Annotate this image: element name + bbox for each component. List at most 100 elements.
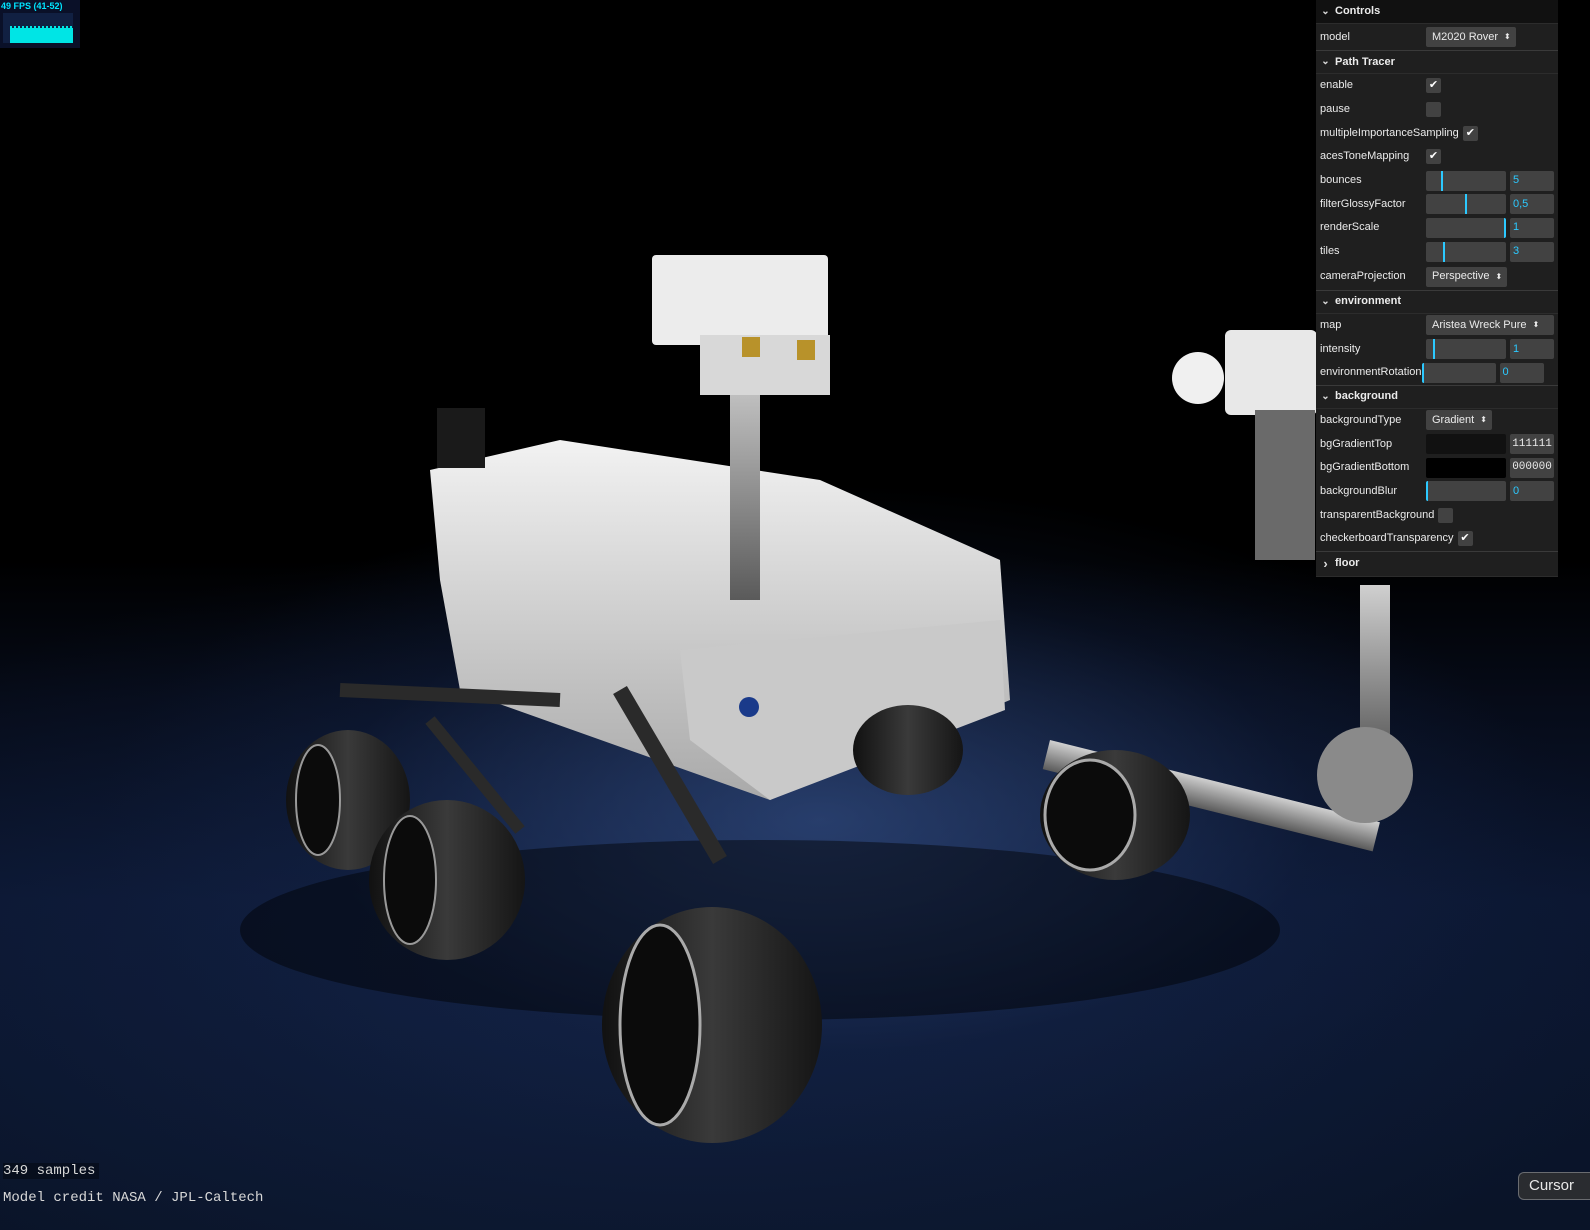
bg-gradient-bottom-row: bgGradientBottom 000000 bbox=[1316, 456, 1558, 480]
model-select-value: M2020 Rover bbox=[1432, 30, 1499, 43]
slider-thumb[interactable] bbox=[1441, 170, 1443, 191]
filter-glossy-row: filterGlossyFactor 0,5 bbox=[1316, 192, 1558, 216]
environment-rotation-input[interactable]: 0 bbox=[1499, 362, 1544, 383]
chevron-down-icon: ⌄ bbox=[1321, 56, 1330, 67]
background-type-label: backgroundType bbox=[1320, 413, 1402, 426]
floor-folder: › floor bbox=[1316, 550, 1558, 577]
select-arrows-icon: ⬍ bbox=[1504, 32, 1511, 41]
slider-thumb[interactable] bbox=[1465, 194, 1467, 215]
chevron-down-icon: ⌄ bbox=[1321, 5, 1330, 17]
bg-gradient-top-label: bgGradientTop bbox=[1320, 437, 1393, 450]
rover-rtg bbox=[437, 408, 485, 468]
tiles-row: tiles 3 bbox=[1316, 240, 1558, 264]
camera-projection-value: Perspective bbox=[1432, 270, 1490, 282]
wheel-front-left bbox=[602, 907, 822, 1143]
checkerboard-transparency-checkbox[interactable]: ✔ bbox=[1457, 531, 1473, 547]
bg-gradient-top-input[interactable]: 111111 bbox=[1510, 434, 1554, 455]
bg-gradient-bottom-label: bgGradientBottom bbox=[1320, 461, 1410, 474]
samples-count: 349 samples bbox=[3, 1163, 100, 1179]
mis-checkbox[interactable]: ✔ bbox=[1462, 125, 1478, 141]
bg-gradient-top-swatch[interactable] bbox=[1426, 434, 1506, 455]
filter-glossy-slider[interactable] bbox=[1426, 194, 1506, 215]
render-scale-label: renderScale bbox=[1320, 221, 1380, 234]
mis-label: multipleImportanceSampling bbox=[1320, 126, 1459, 139]
background-blur-label: backgroundBlur bbox=[1320, 484, 1398, 497]
aces-label: acesToneMapping bbox=[1320, 150, 1410, 163]
background-title: background bbox=[1335, 390, 1398, 403]
bg-gradient-bottom-swatch[interactable] bbox=[1426, 457, 1506, 478]
tiles-input[interactable]: 3 bbox=[1510, 241, 1554, 262]
bg-gradient-bottom-input[interactable]: 000000 bbox=[1510, 457, 1554, 478]
environment-folder: ⌄ environment map Aristea Wreck Pure ⬍ i… bbox=[1316, 289, 1558, 385]
aces-checkbox[interactable]: ✔ bbox=[1426, 149, 1441, 165]
camera-projection-label: cameraProjection bbox=[1320, 270, 1406, 282]
slider-thumb[interactable] bbox=[1504, 217, 1506, 238]
transparent-background-label: transparentBackground bbox=[1320, 508, 1435, 521]
bounces-input[interactable]: 5 bbox=[1510, 170, 1554, 191]
wheel-middle-left bbox=[369, 800, 525, 960]
slider-thumb[interactable] bbox=[1433, 339, 1435, 360]
background-folder-title[interactable]: ⌄ background bbox=[1316, 384, 1558, 409]
background-type-row: backgroundType Gradient ⬍ bbox=[1316, 409, 1558, 433]
wheel-front-right bbox=[1040, 750, 1190, 880]
intensity-slider[interactable] bbox=[1426, 339, 1506, 360]
background-blur-row: backgroundBlur 0 bbox=[1316, 480, 1558, 504]
slider-thumb[interactable] bbox=[1442, 241, 1445, 262]
environment-rotation-row: environmentRotation 0 bbox=[1316, 361, 1558, 385]
tiles-slider[interactable] bbox=[1426, 241, 1506, 262]
bounces-slider[interactable] bbox=[1426, 170, 1506, 191]
checkmark-icon: ✔ bbox=[1428, 150, 1439, 163]
environment-title: environment bbox=[1335, 295, 1402, 307]
fps-graph-bar bbox=[10, 26, 73, 43]
floor-folder-title[interactable]: › floor bbox=[1316, 550, 1558, 577]
checkmark-icon: ✔ bbox=[1465, 126, 1475, 139]
checkerboard-transparency-row: checkerboardTransparency ✔ bbox=[1316, 527, 1558, 551]
environment-folder-title[interactable]: ⌄ environment bbox=[1316, 289, 1558, 314]
filter-glossy-input[interactable]: 0,5 bbox=[1510, 194, 1554, 215]
cursor-tooltip: Cursor bbox=[1518, 1172, 1590, 1200]
floor-title: floor bbox=[1335, 557, 1360, 570]
fps-meter[interactable]: 49 FPS (41-52) bbox=[0, 0, 80, 48]
render-scale-input[interactable]: 1 bbox=[1510, 217, 1554, 238]
checkmark-icon: ✔ bbox=[1428, 79, 1439, 92]
camera-projection-row: cameraProjection Perspective ⬍ bbox=[1316, 264, 1558, 290]
fps-label: 49 FPS (41-52) bbox=[1, 1, 63, 11]
mis-row: multipleImportanceSampling ✔ bbox=[1316, 121, 1558, 145]
path-tracer-folder-title[interactable]: ⌄ Path Tracer bbox=[1316, 50, 1558, 74]
model-select[interactable]: M2020 Rover ⬍ bbox=[1426, 27, 1516, 47]
nasa-logo bbox=[739, 697, 759, 717]
pause-label: pause bbox=[1320, 103, 1350, 116]
pause-checkbox[interactable] bbox=[1426, 102, 1441, 118]
slider-thumb[interactable] bbox=[1426, 481, 1428, 502]
path-tracer-title: Path Tracer bbox=[1335, 55, 1395, 68]
transparent-background-checkbox[interactable] bbox=[1438, 507, 1454, 523]
controls-folder-title[interactable]: ⌄ Controls bbox=[1316, 0, 1558, 24]
chevron-down-icon: ⌄ bbox=[1321, 390, 1330, 402]
background-folder: ⌄ background backgroundType Gradient ⬍ b… bbox=[1316, 384, 1558, 551]
path-tracer-folder: ⌄ Path Tracer enable ✔ pause multipleImp… bbox=[1316, 50, 1558, 290]
enable-checkbox[interactable]: ✔ bbox=[1426, 78, 1441, 94]
controls-panel: ⌄ Controls model M2020 Rover ⬍ ⌄ Path Tr… bbox=[1316, 0, 1558, 577]
checkmark-icon: ✔ bbox=[1460, 532, 1470, 545]
map-label: map bbox=[1320, 318, 1342, 331]
chevron-right-icon: › bbox=[1323, 556, 1328, 572]
camera-projection-select[interactable]: Perspective ⬍ bbox=[1426, 266, 1508, 287]
pause-row: pause bbox=[1316, 98, 1558, 122]
slider-thumb[interactable] bbox=[1421, 362, 1424, 383]
bounces-row: bounces 5 bbox=[1316, 169, 1558, 193]
transparent-background-row: transparentBackground bbox=[1316, 503, 1558, 527]
background-type-select[interactable]: Gradient ⬍ bbox=[1426, 410, 1492, 431]
render-scale-slider[interactable] bbox=[1426, 217, 1506, 238]
select-arrows-icon: ⬍ bbox=[1495, 271, 1502, 281]
checkerboard-transparency-label: checkerboardTransparency bbox=[1320, 532, 1454, 545]
environment-rotation-slider[interactable] bbox=[1421, 362, 1496, 383]
background-blur-slider[interactable] bbox=[1426, 481, 1506, 502]
rover-camera-head bbox=[652, 255, 828, 345]
select-arrows-icon: ⬍ bbox=[1532, 320, 1540, 330]
enable-row: enable ✔ bbox=[1316, 74, 1558, 98]
intensity-input[interactable]: 1 bbox=[1510, 339, 1554, 360]
rover-turret bbox=[1225, 330, 1317, 415]
map-select[interactable]: Aristea Wreck Pure ⬍ bbox=[1426, 315, 1554, 336]
intensity-row: intensity 1 bbox=[1316, 337, 1558, 361]
background-blur-input[interactable]: 0 bbox=[1510, 481, 1554, 502]
